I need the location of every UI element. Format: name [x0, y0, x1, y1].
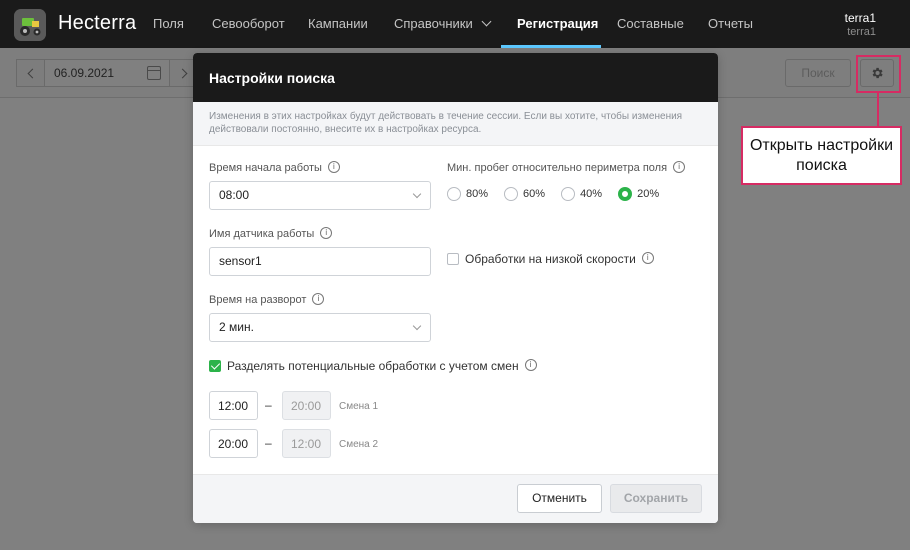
info-icon[interactable]: i	[641, 252, 654, 264]
radio-60[interactable]: 60%	[504, 187, 545, 201]
session-note: Изменения в этих настройках будут действ…	[193, 102, 718, 146]
info-icon[interactable]: i	[673, 161, 686, 174]
info-icon[interactable]: i	[524, 359, 537, 371]
nav-item-directories-label: Справочники	[394, 16, 473, 31]
mileage-radio-group: 80% 60% 40% 20%	[447, 187, 675, 201]
callout-connector	[877, 93, 879, 127]
calendar-icon[interactable]	[147, 66, 161, 80]
shift-2-label: Смена 2	[339, 439, 379, 450]
date-picker: 06.09.2021	[16, 59, 198, 87]
start-time-value: 08:00	[219, 188, 250, 202]
nav-item-reports[interactable]: Отчеты	[708, 0, 753, 48]
sensor-name-input[interactable]: sensor1	[209, 247, 431, 276]
callout-open-search-settings: Открыть настройки поиска	[741, 126, 902, 185]
search-settings-modal: Настройки поиска Изменения в этих настро…	[193, 53, 718, 523]
turn-time-label: Время на разворот i	[209, 293, 325, 306]
shift-1-start-input[interactable]: 12:00	[209, 391, 258, 420]
settings-button-highlight	[856, 55, 901, 93]
split-shifts-checkbox[interactable]: Разделять потенциальные обработки с учет…	[209, 359, 537, 373]
radio-circle	[504, 187, 519, 201]
checkbox-box-checked	[209, 360, 221, 372]
start-time-label: Время начала работы i	[209, 161, 340, 174]
radio-80[interactable]: 80%	[447, 187, 488, 201]
start-time-label-text: Время начала работы	[209, 162, 322, 174]
time-range-dash: –	[265, 398, 272, 412]
nav-item-fields[interactable]: Поля	[153, 0, 184, 48]
shift-1-end-input: 20:00	[282, 391, 331, 420]
save-button[interactable]: Сохранить	[610, 484, 702, 513]
date-value: 06.09.2021	[54, 66, 115, 80]
modal-footer: Отменить Сохранить	[193, 474, 718, 523]
user-menu[interactable]: terra1 terra1	[845, 11, 876, 39]
shift-1-label: Смена 1	[339, 401, 379, 412]
nav-item-crop-rotation[interactable]: Севооборот	[212, 0, 285, 48]
turn-time-select[interactable]: 2 мин.	[209, 313, 431, 342]
app-logo[interactable]	[14, 9, 46, 41]
radio-40[interactable]: 40%	[561, 187, 602, 201]
search-button[interactable]: Поиск	[785, 59, 851, 87]
radio-circle-selected	[618, 187, 633, 201]
chevron-down-icon	[412, 321, 422, 331]
info-icon[interactable]: i	[312, 293, 325, 306]
info-icon[interactable]: i	[320, 227, 333, 240]
sensor-label-text: Имя датчика работы	[209, 228, 315, 240]
shift-2-end-input: 12:00	[282, 429, 331, 458]
radio-circle	[561, 187, 576, 201]
chevron-down-icon	[481, 16, 492, 27]
sensor-label: Имя датчика работы i	[209, 227, 333, 240]
turn-time-value: 2 мин.	[219, 320, 254, 334]
previous-date-button[interactable]	[16, 59, 45, 87]
low-speed-checkbox[interactable]: Обработки на низкой скорости i	[447, 252, 654, 266]
nav-item-directories[interactable]: Справочники	[394, 0, 492, 48]
turn-time-label-text: Время на разворот	[209, 294, 307, 306]
nav-item-composite[interactable]: Составные	[617, 0, 684, 48]
radio-label: 40%	[580, 188, 603, 200]
date-input[interactable]: 06.09.2021	[45, 59, 169, 87]
checkbox-box	[447, 253, 459, 265]
mileage-label: Мин. пробег относительно периметра поля i	[447, 161, 686, 174]
split-shifts-label: Разделять потенциальные обработки с учет…	[227, 359, 519, 373]
time-range-dash: –	[265, 436, 272, 450]
tractor-icon	[14, 9, 46, 41]
nav-item-campaigns[interactable]: Кампании	[308, 0, 368, 48]
radio-label: 60%	[523, 188, 546, 200]
nav-item-registration[interactable]: Регистрация	[517, 0, 598, 48]
mileage-label-text: Мин. пробег относительно периметра поля	[447, 162, 668, 174]
radio-circle	[447, 187, 461, 201]
chevron-down-icon	[412, 189, 422, 199]
cancel-button[interactable]: Отменить	[517, 484, 602, 513]
info-icon[interactable]: i	[327, 161, 340, 174]
user-name: terra1	[844, 11, 876, 25]
shift-2-start-input[interactable]: 20:00	[209, 429, 258, 458]
radio-label: 20%	[637, 188, 660, 200]
user-account: terra1	[847, 26, 876, 38]
radio-20[interactable]: 20%	[618, 187, 659, 201]
top-navbar: Hecterra Поля Севооборот Кампании Справо…	[0, 0, 910, 48]
modal-title: Настройки поиска	[193, 53, 718, 102]
brand-name: Hecterra	[58, 12, 137, 34]
start-time-select[interactable]: 08:00	[209, 181, 431, 210]
low-speed-label: Обработки на низкой скорости	[465, 252, 636, 266]
radio-label: 80%	[466, 188, 489, 200]
